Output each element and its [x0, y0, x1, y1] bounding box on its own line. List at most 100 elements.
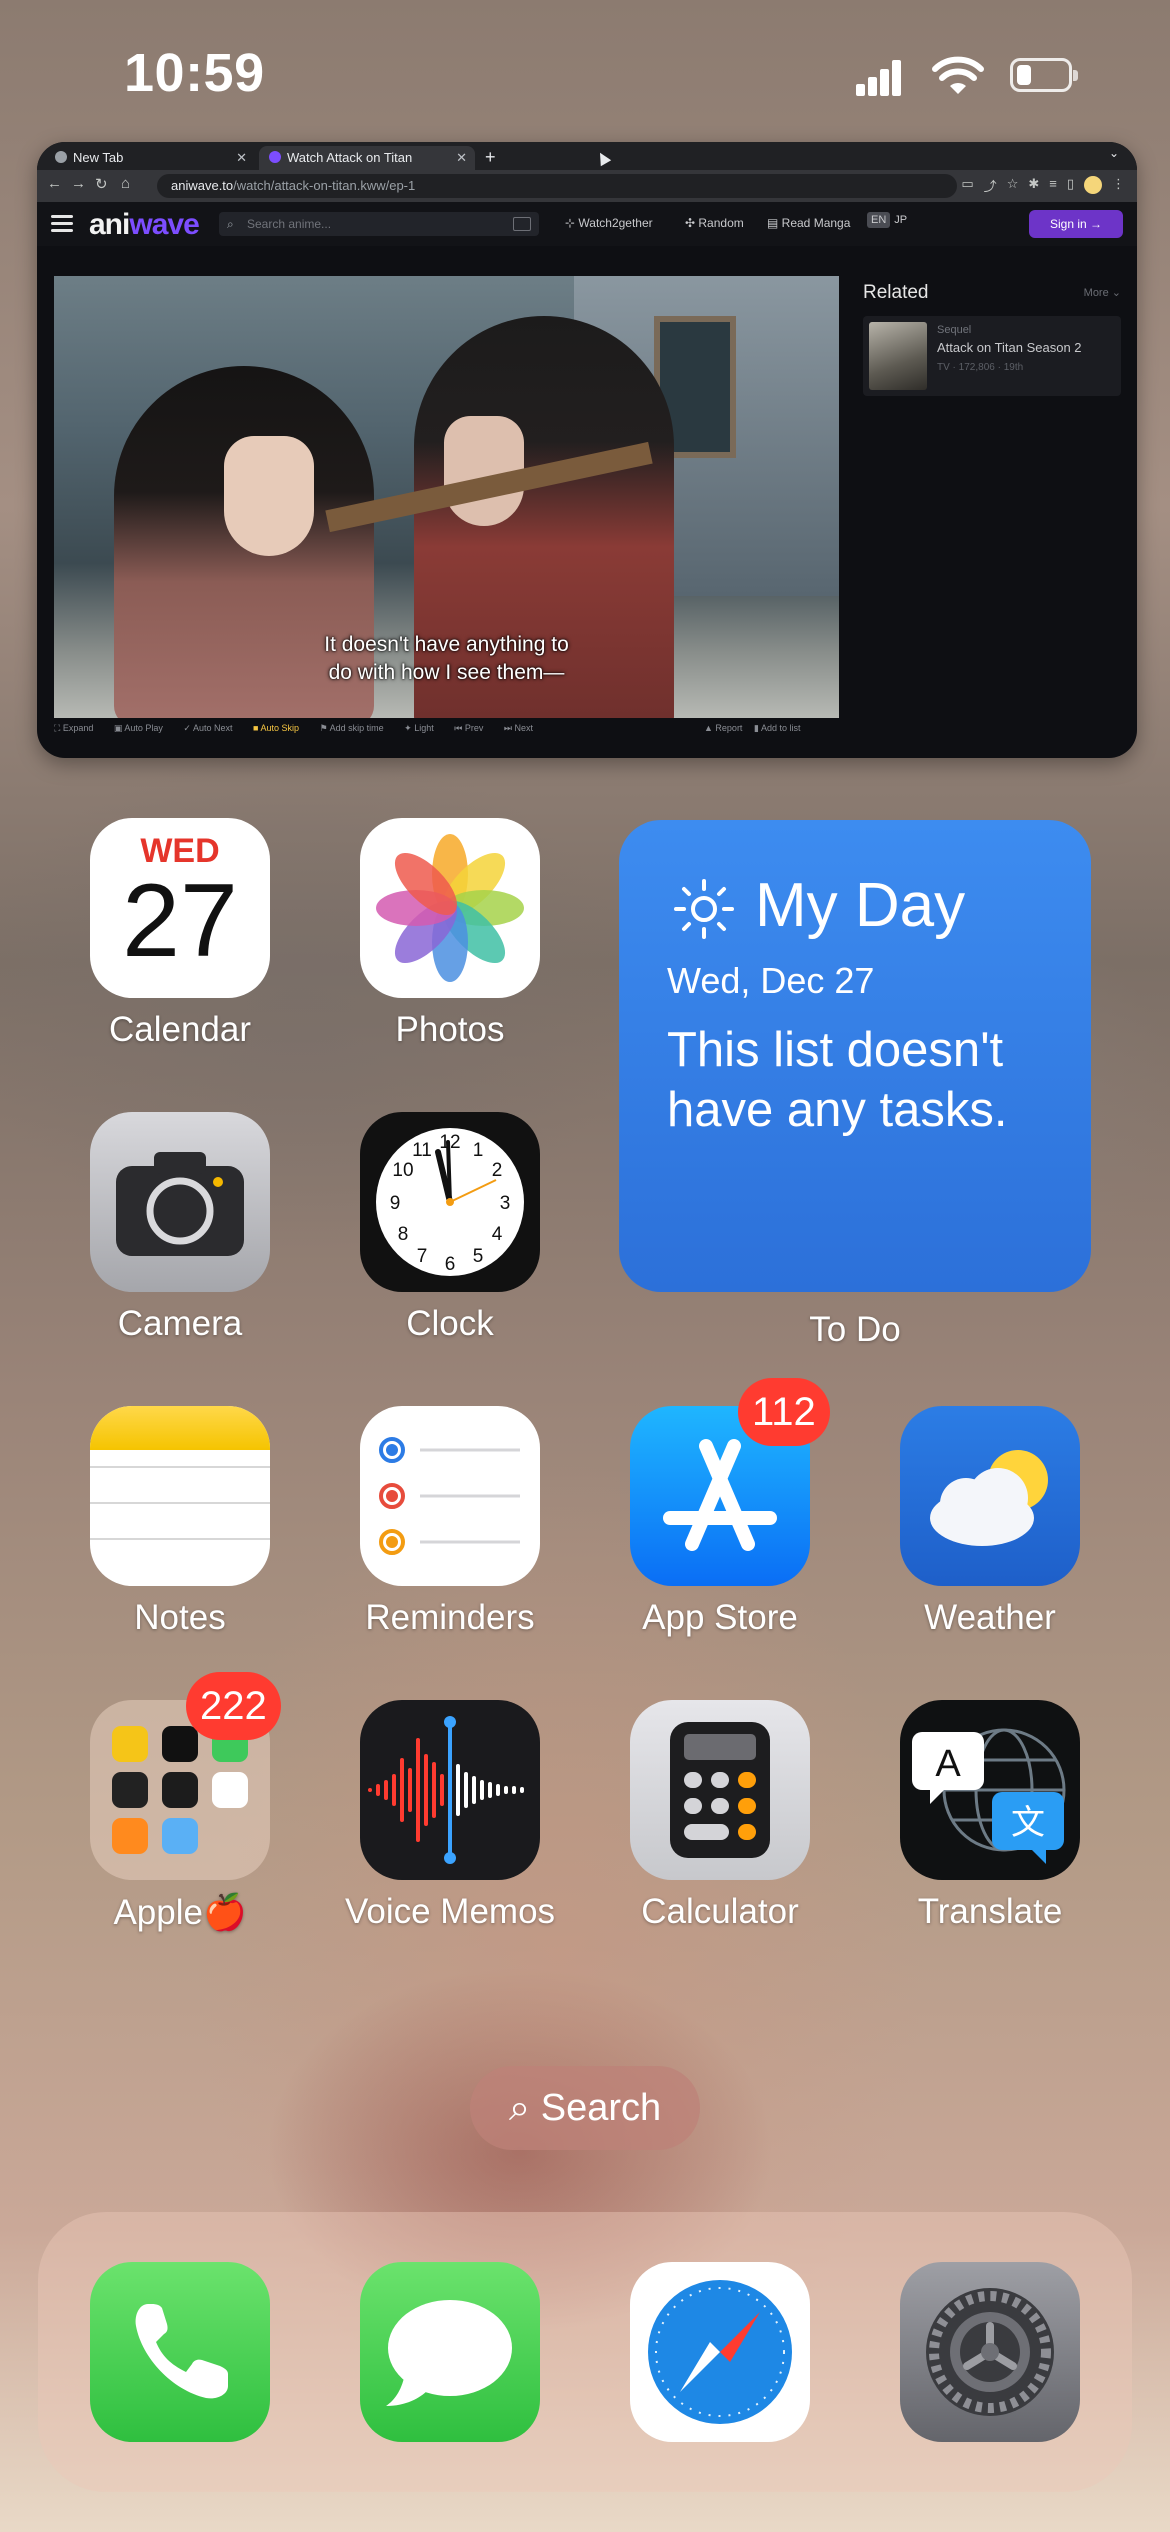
- share-icon[interactable]: ⤴: [984, 176, 997, 196]
- search-label: Search: [540, 2087, 662, 2129]
- todo-widget[interactable]: My Day Wed, Dec 27 This list doesn't hav…: [619, 820, 1091, 1292]
- tab-label: New Tab: [73, 150, 124, 165]
- wifi-icon: [932, 56, 984, 94]
- app-weather[interactable]: Weather: [900, 1406, 1080, 1638]
- search-placeholder: Search anime...: [247, 217, 332, 231]
- voice-memos-icon: [360, 1700, 540, 1880]
- svg-text:6: 6: [445, 1254, 456, 1275]
- search-icon: ⌕: [227, 217, 234, 231]
- light-button[interactable]: ✦ Light: [404, 723, 443, 733]
- calendar-icon: WED 27: [90, 818, 270, 998]
- sign-in-button[interactable]: Sign in →: [1029, 210, 1123, 238]
- filter-icon[interactable]: [513, 217, 531, 231]
- auto-skip-toggle[interactable]: ■ Auto Skip: [253, 723, 308, 733]
- nav-read-manga[interactable]: ▤ Read Manga: [767, 216, 850, 230]
- site-header: aniwave ⌕ Search anime... ⊹ Watch2gether…: [37, 202, 1137, 246]
- app-photos[interactable]: Photos: [360, 818, 540, 1050]
- anime-search-input[interactable]: ⌕ Search anime...: [219, 212, 539, 236]
- prev-button[interactable]: ⏮ Prev: [454, 723, 492, 733]
- related-item[interactable]: Sequel Attack on Titan Season 2 TV · 172…: [863, 316, 1121, 396]
- new-tab-button[interactable]: +: [485, 146, 496, 168]
- cast-icon[interactable]: ▭: [961, 176, 973, 196]
- tab-new-tab[interactable]: New Tab ✕: [45, 146, 255, 170]
- reading-list-icon[interactable]: ≡: [1049, 176, 1057, 196]
- site-logo[interactable]: aniwave: [89, 208, 200, 242]
- kebab-menu-icon[interactable]: ⋮: [1112, 176, 1125, 196]
- close-tab-icon[interactable]: ✕: [456, 146, 467, 170]
- reminders-icon: [360, 1406, 540, 1586]
- chrome-favicon-icon: [55, 151, 67, 163]
- tab-strip: New Tab ✕ Watch Attack on Titan ✕ + ⌄: [37, 142, 1137, 170]
- app-camera[interactable]: Camera: [90, 1112, 270, 1344]
- svg-text:2: 2: [492, 1160, 503, 1181]
- app-apple-folder[interactable]: 222 Apple🍎: [90, 1672, 281, 1933]
- tab-label: Watch Attack on Titan: [287, 150, 413, 165]
- next-button[interactable]: ⏭ Next: [504, 723, 542, 733]
- app-label: Notes: [134, 1598, 226, 1637]
- translate-icon: A 文: [900, 1700, 1080, 1880]
- svg-text:11: 11: [412, 1140, 432, 1161]
- profile-avatar[interactable]: [1084, 176, 1102, 194]
- safari-icon: [630, 2262, 810, 2442]
- report-button[interactable]: ▲ Report: [704, 718, 751, 738]
- settings-icon: [900, 2262, 1080, 2442]
- app-voice-memos[interactable]: Voice Memos: [345, 1700, 555, 1932]
- add-to-list-button[interactable]: ▮ Add to list: [754, 718, 810, 738]
- language-toggle[interactable]: EN JP: [867, 212, 907, 228]
- battery-icon: [1010, 58, 1078, 92]
- tab-watch-attack-on-titan[interactable]: Watch Attack on Titan ✕: [259, 146, 475, 170]
- address-bar-row: ← → ↻ ⌂ aniwave.to/watch/attack-on-titan…: [37, 170, 1137, 202]
- svg-text:8: 8: [398, 1224, 409, 1245]
- phone-icon: [90, 2262, 270, 2442]
- expand-button[interactable]: ⛶ Expand: [54, 723, 102, 733]
- mouse-cursor-icon: [594, 149, 612, 167]
- nav-watch2gether[interactable]: ⊹ Watch2gether: [565, 216, 653, 230]
- close-tab-icon[interactable]: ✕: [236, 146, 247, 170]
- auto-next-toggle[interactable]: ✓ Auto Next: [183, 723, 241, 733]
- auto-play-toggle[interactable]: ▣ Auto Play: [114, 723, 172, 733]
- dock-settings[interactable]: [900, 2262, 1080, 2442]
- app-notes[interactable]: Notes: [90, 1406, 270, 1638]
- status-time: 10:59: [124, 43, 265, 103]
- player-controls: ⛶ Expand ▣ Auto Play ✓ Auto Next ■ Auto …: [54, 718, 839, 738]
- back-icon[interactable]: ←: [47, 175, 62, 192]
- add-skip-time-button[interactable]: ⚑ Add skip time: [320, 723, 393, 733]
- toolbar-icons: ▭ ⤴ ☆ ✱ ≡ ▯ ⋮: [961, 176, 1125, 196]
- app-calendar[interactable]: WED 27 Calendar: [90, 818, 270, 1050]
- hamburger-menu-icon[interactable]: [51, 215, 73, 233]
- app-app-store[interactable]: 112 App Store: [630, 1378, 830, 1638]
- video-subtitle: It doesn't have anything to do with how …: [324, 633, 569, 684]
- app-translate[interactable]: A 文 Translate: [900, 1700, 1080, 1932]
- app-clock[interactable]: 1212 345 678 91011 Clock: [360, 1112, 540, 1344]
- app-label: Calendar: [108, 1010, 252, 1049]
- nav-random[interactable]: ✣ Random: [685, 216, 744, 230]
- camera-icon: [90, 1112, 270, 1292]
- url-field[interactable]: aniwave.to/watch/attack-on-titan.kww/ep-…: [157, 174, 957, 198]
- home-search-button[interactable]: ⌕ Search: [470, 2066, 700, 2150]
- app-calculator[interactable]: Calculator: [630, 1700, 810, 1932]
- reload-icon[interactable]: ↻: [95, 175, 108, 193]
- app-label: Camera: [117, 1304, 243, 1343]
- svg-text:文: 文: [1011, 1803, 1045, 1843]
- video-player[interactable]: It doesn't have anything to do with how …: [54, 276, 839, 718]
- extensions-icon[interactable]: ✱: [1028, 176, 1039, 196]
- app-label: Weather: [924, 1598, 1056, 1637]
- app-reminders[interactable]: Reminders: [360, 1406, 540, 1638]
- related-thumbnail: [869, 322, 927, 390]
- star-icon[interactable]: ☆: [1007, 176, 1019, 196]
- apple-folder-badge: 222: [186, 1672, 281, 1740]
- dock-phone[interactable]: [90, 2262, 270, 2442]
- chevron-down-icon[interactable]: ⌄: [1109, 146, 1119, 160]
- related-more-link[interactable]: More ⌄: [1084, 286, 1121, 299]
- svg-text:5: 5: [473, 1246, 484, 1267]
- forward-icon[interactable]: →: [71, 175, 86, 192]
- dock-messages[interactable]: [360, 2262, 540, 2442]
- svg-text:A: A: [935, 1743, 961, 1785]
- side-panel-icon[interactable]: ▯: [1067, 176, 1074, 196]
- home-icon[interactable]: ⌂: [121, 175, 130, 192]
- svg-text:3: 3: [500, 1193, 511, 1214]
- svg-text:1: 1: [473, 1140, 484, 1161]
- browser-window[interactable]: New Tab ✕ Watch Attack on Titan ✕ + ⌄ ← …: [37, 142, 1137, 758]
- dock-safari[interactable]: [630, 2262, 810, 2442]
- app-label: Photos: [395, 1010, 505, 1049]
